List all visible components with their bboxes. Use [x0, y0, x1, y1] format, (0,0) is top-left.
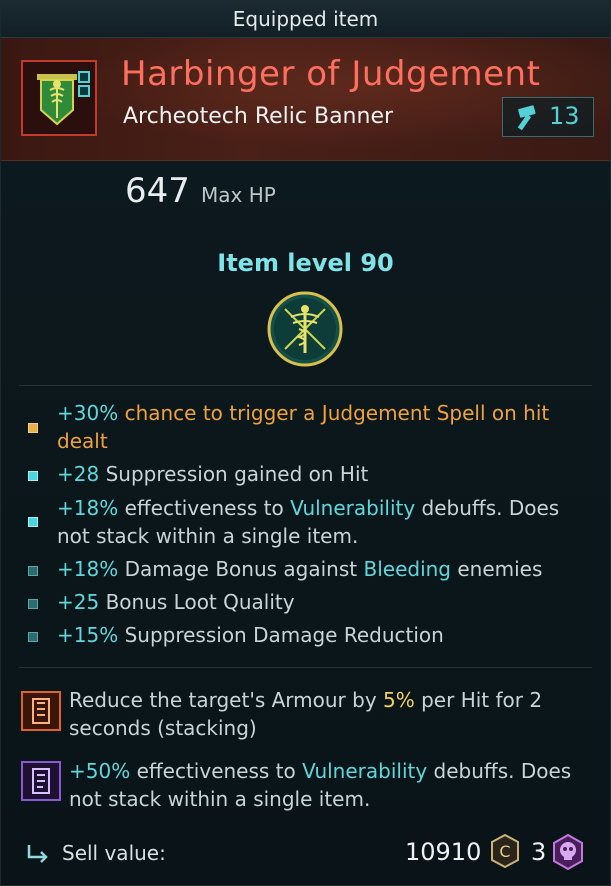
sell-value-amount: 10910	[405, 838, 482, 866]
item-power-value: 13	[549, 102, 580, 130]
affix-bullet	[28, 599, 38, 609]
skull-currency-icon	[549, 833, 587, 871]
item-name: Harbinger of Judgement	[121, 54, 541, 94]
affix-item: +18% effectiveness to Vulnerability debu…	[57, 496, 560, 548]
base-stat-label: Max HP	[201, 183, 276, 207]
orange-rune-icon	[21, 691, 61, 731]
item-level: Item level 90	[217, 249, 394, 277]
caduceus-emblem-icon	[267, 291, 343, 367]
sell-arrow-icon	[25, 843, 51, 865]
item-type: Archeotech Relic Banner	[123, 104, 394, 129]
divider	[19, 667, 592, 668]
rune-effect: Reduce the target's Armour by 5% per Hit…	[69, 688, 543, 740]
tooltip-header: Equipped item	[1, 1, 610, 38]
affix-item: +30% chance to trigger a Judgement Spell…	[57, 401, 550, 453]
divider	[19, 385, 592, 386]
skull-count: 3	[531, 838, 547, 866]
affix-bullet	[28, 517, 38, 527]
affix-item: +15% Suppression Damage Reduction	[57, 623, 444, 647]
affix-bullet	[28, 632, 38, 642]
affix-bullet	[28, 566, 38, 576]
affix-item: +25 Bonus Loot Quality	[57, 590, 295, 614]
item-power-badge: 13	[502, 97, 594, 137]
base-stat: 647 Max HP	[125, 171, 276, 211]
rune-effect: +50% effectiveness to Vulnerability debu…	[69, 759, 572, 811]
svg-text:C: C	[499, 842, 510, 861]
header-title: Equipped item	[232, 7, 379, 31]
purple-rune-icon	[21, 761, 61, 801]
sell-value-label: Sell value:	[62, 841, 166, 865]
base-stat-value: 647	[125, 171, 190, 211]
sell-value-footer: Sell value: 10910 C 3	[1, 823, 610, 885]
affix-bullet-legendary	[28, 423, 38, 433]
affix-bullet	[28, 471, 38, 481]
hammer-icon	[511, 104, 539, 132]
item-tooltip: Equipped item Harbinger of Judgement Arc…	[0, 0, 611, 886]
banner-icon	[21, 60, 97, 136]
affix-item: +28 Suppression gained on Hit	[57, 462, 369, 486]
coin-icon: C	[487, 833, 523, 869]
affix-item: +18% Damage Bonus against Bleeding enemi…	[57, 557, 543, 581]
